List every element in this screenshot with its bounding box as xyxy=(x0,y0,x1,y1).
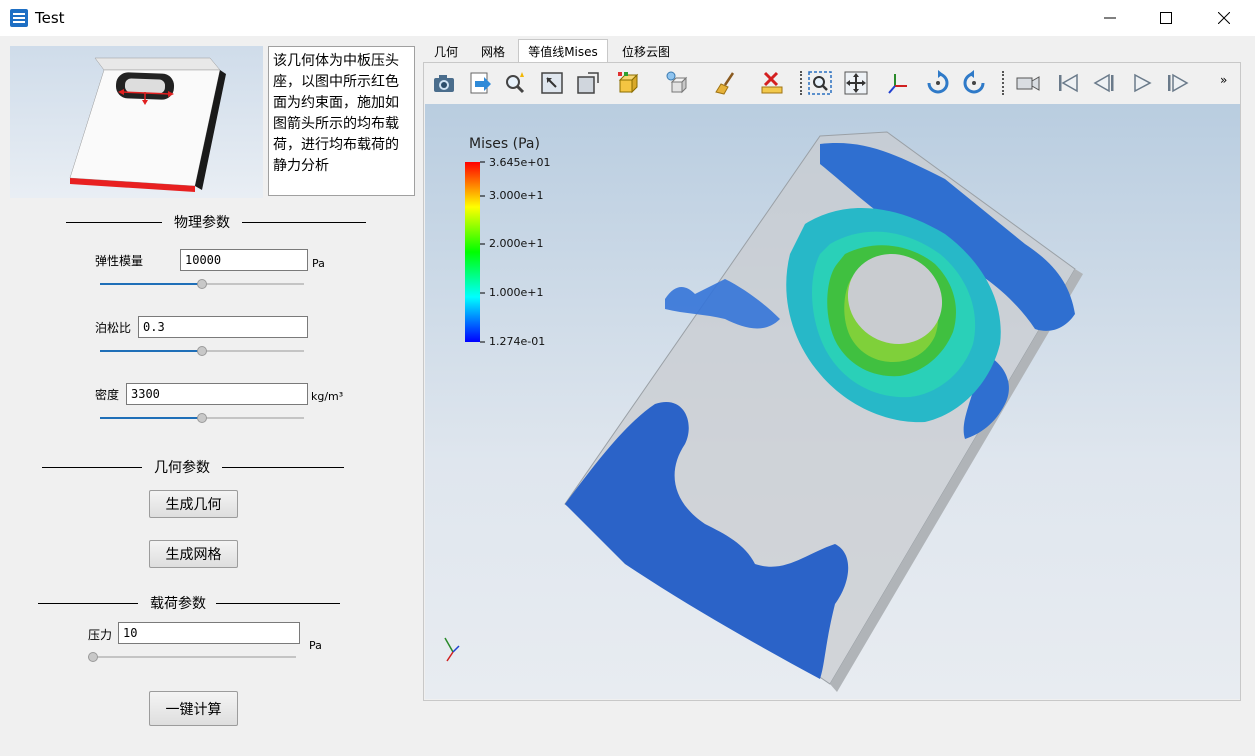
poisson-ratio-slider[interactable] xyxy=(100,346,304,356)
density-label: 密度 xyxy=(95,388,120,402)
toolbar-overflow-button[interactable]: » xyxy=(1220,73,1227,87)
light-cube-icon[interactable] xyxy=(664,69,692,97)
legend-tick-min: 1.274e-01 xyxy=(489,335,546,348)
geometry-preview-image xyxy=(10,46,263,198)
legend-tick-10: 1.000e+1 xyxy=(489,286,544,299)
pressure-unit: Pa xyxy=(309,639,322,652)
close-button[interactable] xyxy=(1195,0,1253,36)
legend-title: Mises (Pa) xyxy=(469,136,540,152)
pressure-label: 压力 xyxy=(88,628,113,642)
geometry-params-title: 几何参数 xyxy=(154,460,210,476)
rotate-ccw-icon[interactable] xyxy=(960,69,988,97)
elastic-modulus-input[interactable]: 10000 xyxy=(180,249,308,271)
poisson-ratio-label: 泊松比 xyxy=(95,321,132,335)
axes-icon[interactable] xyxy=(884,69,912,97)
elastic-modulus-slider[interactable] xyxy=(100,279,304,289)
play-icon[interactable] xyxy=(1128,69,1156,97)
pressure-input[interactable]: 10 xyxy=(118,622,300,644)
legend-color-bar xyxy=(465,162,480,342)
camera-icon[interactable] xyxy=(430,69,458,97)
density-unit: kg/m³ xyxy=(311,390,344,403)
step-forward-icon[interactable] xyxy=(1164,69,1192,97)
maximize-button[interactable] xyxy=(1137,0,1195,36)
legend-tick-max: 3.645e+01 xyxy=(489,156,551,169)
legend-tick-30: 3.000e+1 xyxy=(489,189,544,202)
window-title: Test xyxy=(35,9,65,27)
load-params-header: 载荷参数 xyxy=(38,593,340,613)
tab-displacement[interactable]: 位移云图 xyxy=(610,39,682,63)
rotate-cw-icon[interactable] xyxy=(924,69,952,97)
tab-mesh[interactable]: 网格 xyxy=(470,39,516,63)
app-icon xyxy=(10,9,28,27)
box-view-icon[interactable] xyxy=(574,69,602,97)
zoom-box-icon[interactable] xyxy=(806,69,834,97)
minimize-icon xyxy=(1104,17,1116,19)
title-bar: Test xyxy=(0,0,1255,36)
step-back-icon[interactable] xyxy=(1090,69,1118,97)
generate-mesh-button[interactable]: 生成网格 xyxy=(149,540,238,568)
tab-geometry[interactable]: 几何 xyxy=(424,39,468,63)
poisson-ratio-input[interactable]: 0.3 xyxy=(138,316,308,338)
maximize-icon xyxy=(1160,12,1172,24)
export-icon[interactable] xyxy=(466,69,494,97)
delete-ruler-icon[interactable] xyxy=(758,69,786,97)
magic-search-icon[interactable] xyxy=(502,69,530,97)
orientation-axes-icon xyxy=(444,637,460,662)
fit-view-icon[interactable] xyxy=(538,69,566,97)
3d-viewport[interactable]: Mises (Pa) 3.645e+01 3.000e+1 2.000e+1 1… xyxy=(425,104,1240,699)
video-camera-icon[interactable] xyxy=(1014,69,1042,97)
mises-contour-render xyxy=(444,131,1083,692)
close-icon xyxy=(1218,12,1230,24)
broom-icon[interactable] xyxy=(712,69,740,97)
geometry-description: 该几何体为中板压头座，以图中所示红色面为约束面，施加如图箭头所示的均布载荷，进行… xyxy=(268,46,415,196)
minimize-button[interactable] xyxy=(1081,0,1139,36)
legend-tick-20: 2.000e+1 xyxy=(489,237,544,250)
elastic-modulus-unit: Pa xyxy=(312,257,325,270)
pressure-slider[interactable] xyxy=(88,652,296,662)
tab-mises-contour[interactable]: 等值线Mises xyxy=(518,39,608,63)
geometry-params-header: 几何参数 xyxy=(42,457,344,477)
density-slider[interactable] xyxy=(100,413,304,423)
density-input[interactable]: 3300 xyxy=(126,383,308,405)
load-params-title: 载荷参数 xyxy=(150,596,206,612)
generate-geometry-button[interactable]: 生成几何 xyxy=(149,490,238,518)
physical-params-title: 物理参数 xyxy=(174,215,230,231)
physical-params-header: 物理参数 xyxy=(60,212,366,232)
view-toolbar: » xyxy=(424,63,1240,103)
compute-button[interactable]: 一键计算 xyxy=(149,691,238,726)
pan-icon[interactable] xyxy=(842,69,870,97)
color-cube-icon[interactable] xyxy=(614,69,642,97)
skip-first-icon[interactable] xyxy=(1054,69,1082,97)
elastic-modulus-label: 弹性模量 xyxy=(95,254,144,268)
